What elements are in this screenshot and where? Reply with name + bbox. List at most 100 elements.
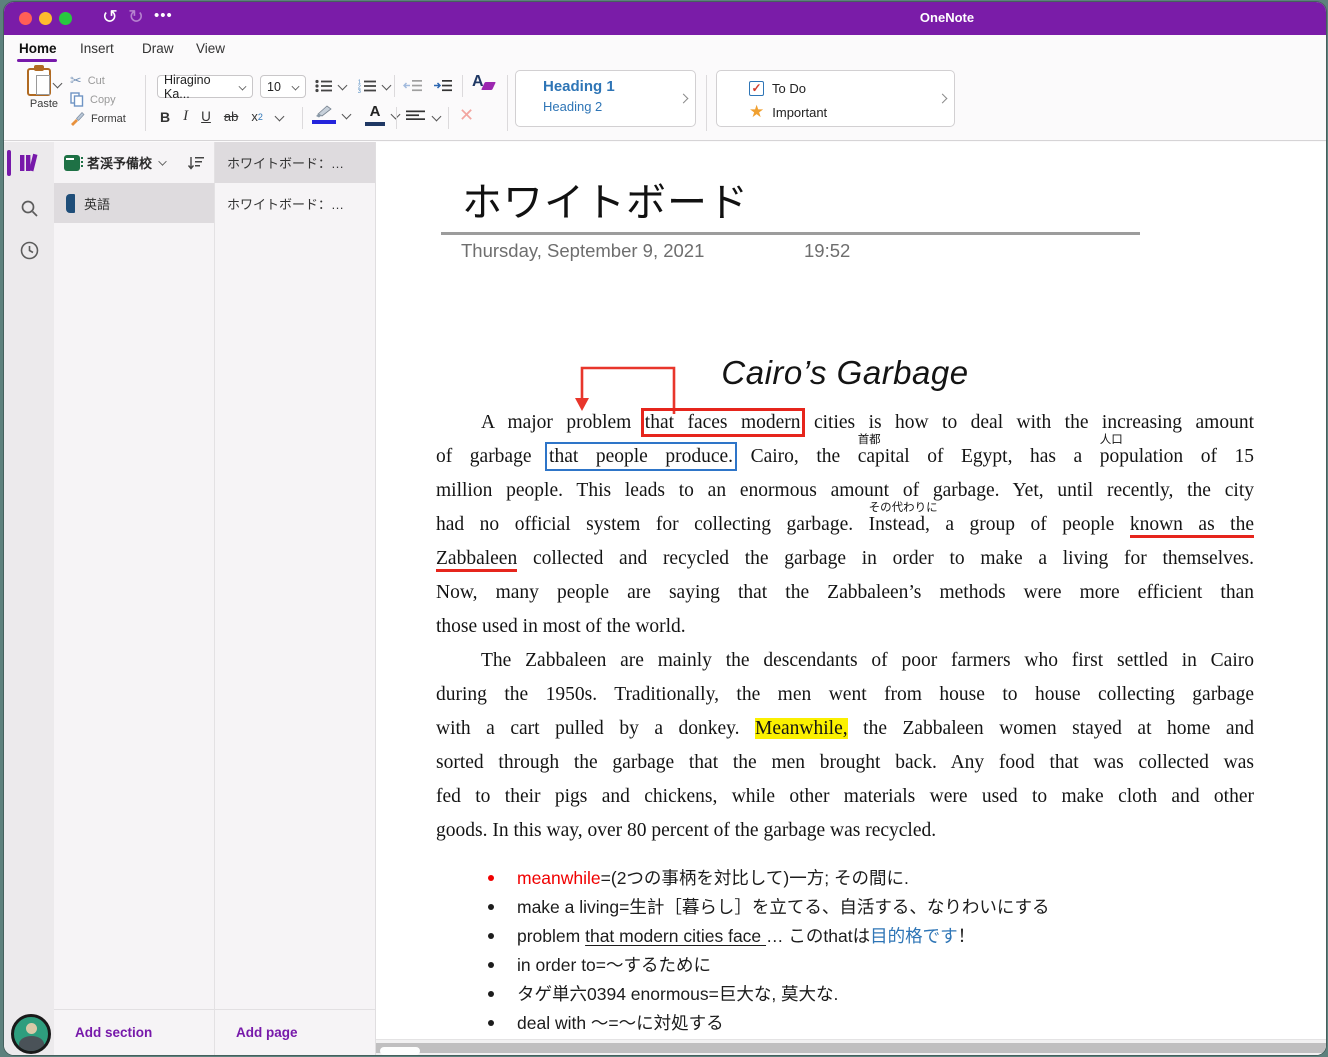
- notebook-selector[interactable]: 茗渓予備校: [54, 142, 214, 183]
- svg-text:3: 3: [358, 89, 361, 93]
- subscript-chevron-icon[interactable]: [274, 112, 284, 122]
- indent-button[interactable]: [433, 79, 453, 92]
- text-segment: Instead,: [869, 514, 930, 535]
- note-canvas[interactable]: ホワイトボード Thursday, September 9, 2021 19:5…: [376, 142, 1326, 1055]
- passage-line: fed to their pigs and chickens, while ot…: [436, 780, 1254, 814]
- notebooks-rail-button[interactable]: [4, 142, 54, 184]
- text-segment: that modern cities face: [585, 926, 766, 946]
- search-rail-button[interactable]: [4, 187, 54, 229]
- text-segment: … このthatは: [766, 926, 870, 946]
- add-page-label: Add page: [236, 1025, 298, 1040]
- sections-column: 茗渓予備校 英語 Add section: [54, 142, 215, 1055]
- paragraph-align-button[interactable]: [406, 110, 425, 123]
- undo-icon[interactable]: ↺: [102, 4, 118, 32]
- page-item-1[interactable]: ホワイトボード：…: [215, 142, 375, 183]
- bullet-list-chevron-icon[interactable]: [338, 81, 348, 91]
- bold-button[interactable]: B: [160, 105, 170, 129]
- text-segment: a group of people: [930, 514, 1130, 535]
- highlight-chevron-icon[interactable]: [342, 110, 352, 120]
- user-avatar[interactable]: [11, 1014, 51, 1054]
- text-segment: make a living=生計［暮らし］を立てる、自活する、なりわいにする: [517, 897, 1050, 917]
- strikethrough-button[interactable]: ab: [224, 105, 238, 129]
- bullet-list-button[interactable]: [315, 79, 333, 93]
- text-segment: the Zabbaleen women stayed at home and: [848, 718, 1254, 739]
- format-painter-button[interactable]: Format: [70, 109, 126, 128]
- font-size-chevron-icon: [292, 83, 300, 91]
- add-page-button[interactable]: Add page: [215, 1009, 375, 1055]
- paste-button[interactable]: Paste: [20, 68, 68, 110]
- font-family-select[interactable]: Hiragino Ka...: [157, 75, 253, 98]
- minimize-window-button[interactable]: [39, 12, 52, 25]
- sort-pages-button[interactable]: [187, 155, 204, 171]
- tab-insert[interactable]: Insert: [80, 41, 114, 56]
- numbered-list-button[interactable]: 1 2 3: [358, 79, 377, 93]
- delete-button[interactable]: ✕: [459, 105, 474, 126]
- section-item-english[interactable]: 英語: [54, 183, 214, 223]
- highlighter-icon: [312, 105, 336, 119]
- passage-line: sorted through the garbage that the men …: [436, 746, 1254, 780]
- text-segment: ！: [958, 926, 976, 946]
- recent-notes-rail-button[interactable]: [4, 229, 54, 271]
- page-title[interactable]: ホワイトボード: [462, 170, 749, 228]
- paragraph-align-chevron-icon[interactable]: [432, 112, 442, 122]
- tab-home[interactable]: Home: [19, 41, 57, 56]
- navigation-rail: [4, 142, 54, 1055]
- scrollbar-track[interactable]: [376, 1043, 1326, 1053]
- vocab-item: deal with 〜=〜に対処する: [488, 1012, 1254, 1034]
- subscript-button[interactable]: x2: [251, 105, 263, 129]
- todo-checkbox-icon: ✓: [749, 81, 764, 96]
- text-segment: The Zabbaleen are mainly the descendants…: [481, 650, 1254, 671]
- zoom-window-button[interactable]: [59, 12, 72, 25]
- style-heading2[interactable]: Heading 2: [543, 99, 695, 114]
- passage-line: million people. This leads to an enormou…: [436, 474, 1254, 508]
- text-segment: A major problem: [481, 412, 645, 433]
- paste-chevron-icon[interactable]: [53, 79, 63, 89]
- page-date: Thursday, September 9, 2021: [461, 240, 704, 262]
- titlebar: ↺ ↻ ••• OneNote: [4, 2, 1326, 35]
- cut-button[interactable]: ✂ Cut: [70, 71, 126, 90]
- underline-button[interactable]: U: [201, 105, 211, 129]
- tab-view[interactable]: View: [196, 41, 225, 56]
- font-size-select[interactable]: 10: [260, 75, 306, 98]
- cut-scissors-icon: ✂: [70, 72, 82, 89]
- bullet-dot-icon: [488, 962, 494, 968]
- text-segment: fed to their pigs and chickens, while ot…: [436, 786, 1254, 807]
- copy-icon: [70, 92, 84, 107]
- text-segment: known as the: [1130, 514, 1254, 535]
- paste-clipboard-icon: [27, 68, 51, 96]
- indent-icon: [433, 79, 453, 92]
- highlight-color-button[interactable]: [312, 105, 336, 124]
- passage-line: Zabbaleen collected and recycled the gar…: [436, 542, 1254, 576]
- text-segment: Now, many people are saying that the Zab…: [436, 582, 1254, 603]
- text-segment: Zabbaleen: [436, 548, 517, 569]
- horizontal-scrollbar: [376, 1039, 1326, 1055]
- text-segment: collected and recycled the garbage in or…: [517, 548, 1254, 569]
- passage-line: of garbage that people produce. Cairo, t…: [436, 440, 1254, 474]
- text-segment: cities is how to deal with the increasin…: [801, 412, 1254, 433]
- more-options-icon[interactable]: •••: [154, 2, 173, 30]
- outdent-button[interactable]: [403, 79, 423, 92]
- tag-todo[interactable]: ✓ To Do: [749, 76, 954, 100]
- add-section-button[interactable]: Add section: [54, 1009, 214, 1055]
- tab-draw[interactable]: Draw: [142, 41, 174, 56]
- close-window-button[interactable]: [19, 12, 32, 25]
- vocab-item: タゲ単六0394 enormous=巨大な, 莫大な.: [488, 983, 1254, 1005]
- text-segment: population: [1100, 446, 1183, 467]
- clear-formatting-button[interactable]: A: [472, 73, 484, 91]
- font-color-button[interactable]: A: [365, 103, 385, 126]
- text-segment: タゲ単六0394 enormous=巨大な, 莫大な.: [517, 984, 838, 1004]
- vocab-item: make a living=生計［暮らし］を立てる、自活する、なりわいにする: [488, 896, 1254, 918]
- tag-important[interactable]: ★ Important: [749, 100, 954, 124]
- copy-button[interactable]: Copy: [70, 90, 126, 109]
- font-family-value: Hiragino Ka...: [164, 73, 239, 101]
- page-item-2[interactable]: ホワイトボード：…: [215, 183, 375, 223]
- scrollbar-thumb[interactable]: [380, 1047, 420, 1055]
- italic-button[interactable]: I: [183, 105, 188, 129]
- style-heading1[interactable]: Heading 1: [543, 78, 695, 95]
- passage-line: The Zabbaleen are mainly the descendants…: [436, 644, 1254, 678]
- align-lines-icon: [406, 110, 425, 123]
- numbered-list-chevron-icon[interactable]: [382, 81, 392, 91]
- redo-icon[interactable]: ↻: [128, 4, 144, 32]
- notebook-chevron-icon: [158, 157, 166, 165]
- important-star-icon: ★: [749, 102, 764, 122]
